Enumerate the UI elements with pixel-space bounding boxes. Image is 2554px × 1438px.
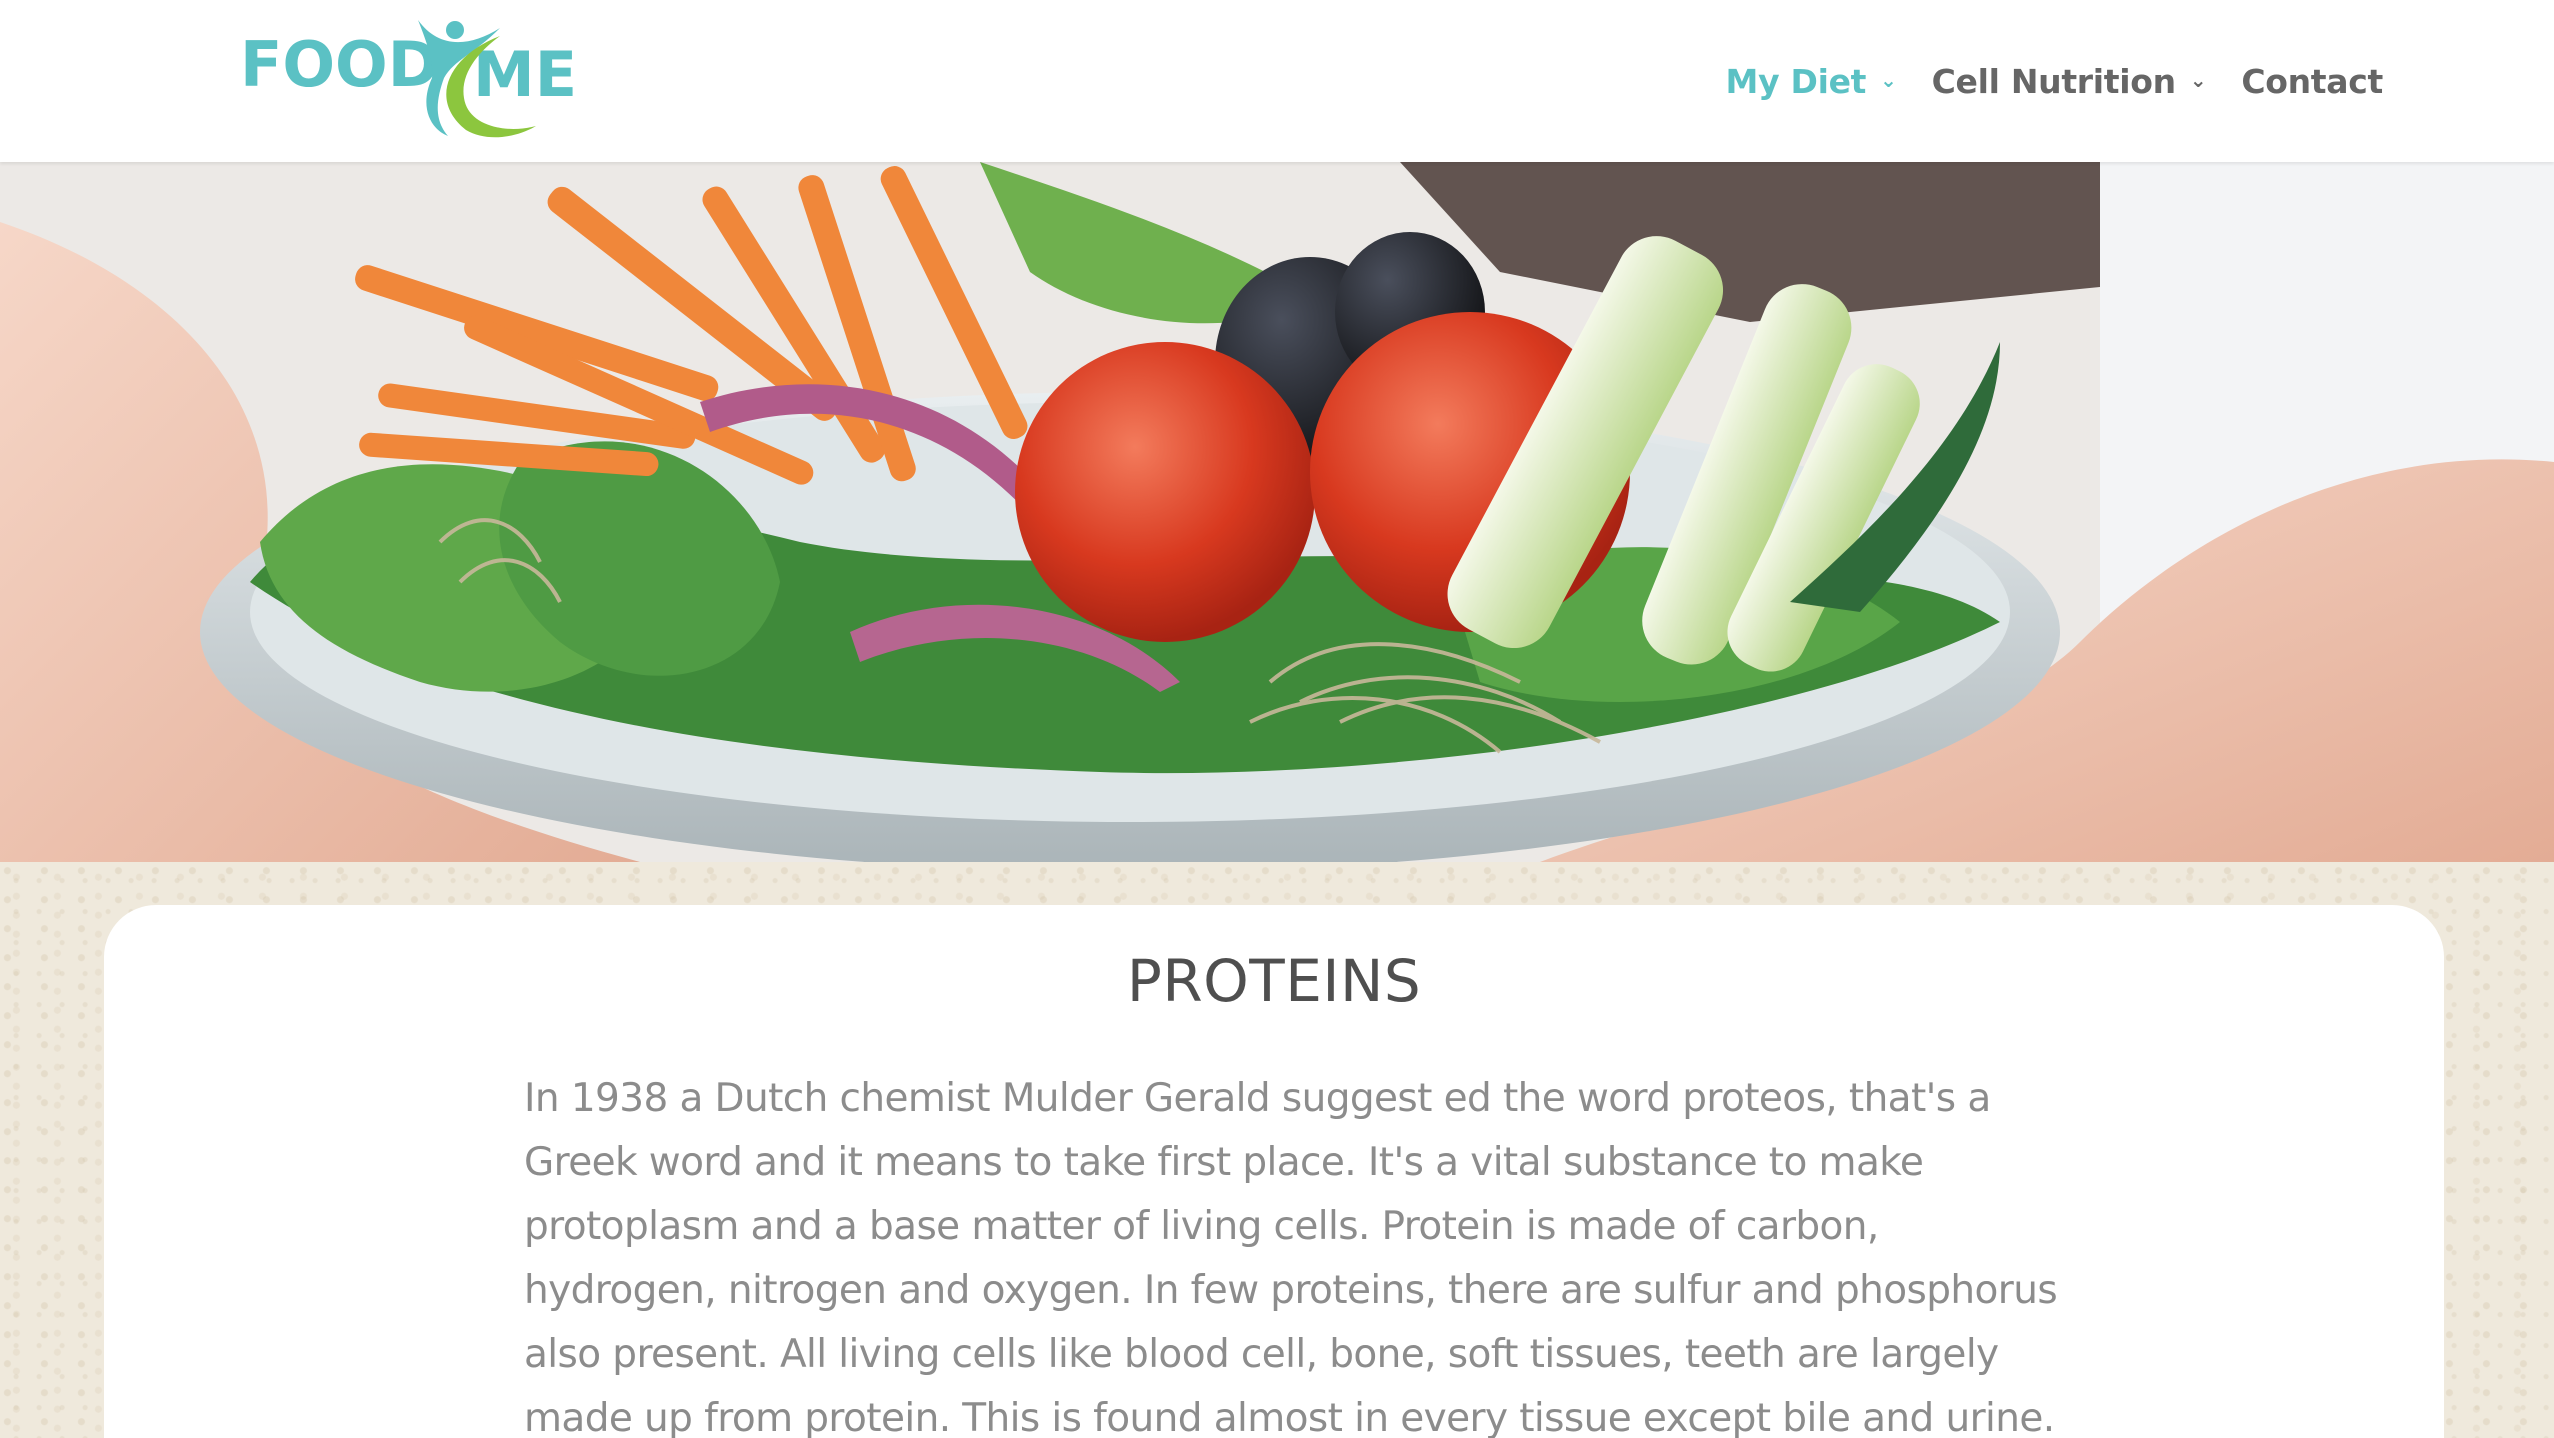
- logo-text-food: FOOD: [240, 28, 439, 101]
- article-card: PROTEINS In 1938 a Dutch chemist Mulder …: [104, 905, 2444, 1438]
- nav-item-cell-nutrition[interactable]: Cell Nutrition ⌄: [1932, 62, 2207, 101]
- logo-figure-head: [446, 21, 464, 39]
- nav-item-label: My Diet: [1725, 62, 1867, 101]
- nav-item-label: Contact: [2241, 62, 2383, 101]
- nav-item-label: Cell Nutrition: [1931, 62, 2177, 101]
- site-header: FOOD ME My Diet ⌄ Cell Nutrition ⌄ Conta…: [0, 0, 2554, 162]
- logo-graphic: FOOD ME: [240, 20, 577, 138]
- site-logo[interactable]: FOOD ME: [238, 8, 578, 143]
- article-body: In 1938 a Dutch chemist Mulder Gerald su…: [524, 1076, 2058, 1438]
- tomato: [1015, 342, 1315, 642]
- nav-item-contact[interactable]: Contact: [2241, 62, 2383, 101]
- main-nav: My Diet ⌄ Cell Nutrition ⌄ Contact: [1691, 62, 2384, 101]
- chevron-down-icon: ⌄: [1880, 67, 1897, 92]
- logo-text-me: ME: [473, 38, 577, 111]
- article-title: PROTEINS: [1126, 947, 1422, 1015]
- nav-item-my-diet[interactable]: My Diet ⌄: [1726, 62, 1897, 101]
- hero-image: [0, 162, 2554, 862]
- chevron-down-icon: ⌄: [2189, 67, 2207, 92]
- salad-plate-illustration: [0, 162, 2554, 862]
